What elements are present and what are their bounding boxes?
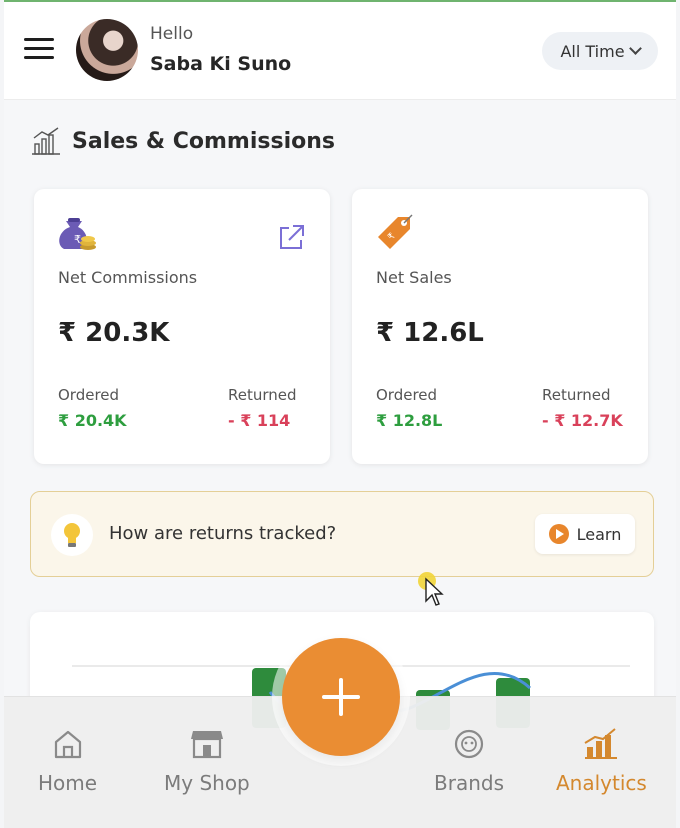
card-label: Net Sales <box>376 268 452 287</box>
brands-icon <box>454 729 484 759</box>
returns-info-banner: How are returns tracked? Learn <box>30 491 654 577</box>
user-name: Saba Ki Suno <box>150 53 292 75</box>
ordered-value: ₹ 20.4K <box>58 411 127 430</box>
bar-chart-icon <box>32 127 60 155</box>
play-icon <box>548 524 569 544</box>
avatar[interactable] <box>76 19 138 81</box>
section-title: Sales & Commissions <box>72 128 336 154</box>
price-tag-icon: ₹ <box>378 214 413 249</box>
nav-label: Brands <box>434 771 504 795</box>
net-sales-card[interactable]: ₹ Net Sales ₹ 12.6L Ordered Returned ₹ 1… <box>352 189 648 464</box>
shop-icon <box>190 731 223 759</box>
analytics-icon <box>584 728 618 759</box>
returned-label: Returned <box>228 386 297 404</box>
returned-label: Returned <box>542 386 611 404</box>
section-header: Sales & Commissions <box>30 126 335 156</box>
svg-text:₹: ₹ <box>74 233 81 246</box>
ordered-value: ₹ 12.8L <box>376 411 443 430</box>
greeting-text: Hello <box>150 24 194 44</box>
card-value: ₹ 20.3K <box>58 318 170 348</box>
external-link-icon[interactable] <box>276 223 306 253</box>
nav-brands[interactable]: Brands <box>434 727 504 795</box>
learn-button[interactable]: Learn <box>535 514 635 554</box>
returns-question: How are returns tracked? <box>109 523 337 544</box>
money-bag-icon: ₹ <box>59 218 96 250</box>
card-value: ₹ 12.6L <box>376 318 484 348</box>
nav-label: Home <box>38 771 98 795</box>
home-icon <box>54 730 81 759</box>
time-filter-dropdown[interactable]: All Time <box>542 32 658 70</box>
nav-label: Analytics <box>556 771 647 795</box>
nav-analytics[interactable]: Analytics <box>556 727 647 795</box>
time-filter-label: All Time <box>560 41 625 61</box>
chevron-down-icon <box>628 42 642 55</box>
app-screen: Hello Saba Ki Suno All Time Sales & Comm… <box>4 0 676 828</box>
lightbulb-icon <box>51 514 93 556</box>
learn-label: Learn <box>576 524 622 544</box>
net-commissions-card[interactable]: ₹ Net Commissions ₹ 20.3K Ordered Return… <box>34 189 330 464</box>
mouse-pointer-icon <box>425 577 444 606</box>
card-label: Net Commissions <box>58 268 198 287</box>
nav-home[interactable]: Home <box>38 727 97 795</box>
top-header: Hello Saba Ki Suno All Time <box>4 2 676 100</box>
add-button[interactable] <box>282 638 400 756</box>
returned-value: - ₹ 114 <box>228 411 291 430</box>
hamburger-menu-icon[interactable] <box>24 38 56 64</box>
nav-my-shop[interactable]: My Shop <box>164 727 250 795</box>
ordered-label: Ordered <box>58 386 120 404</box>
ordered-label: Ordered <box>376 386 438 404</box>
nav-label: My Shop <box>164 771 250 795</box>
returned-value: - ₹ 12.7K <box>542 411 623 430</box>
